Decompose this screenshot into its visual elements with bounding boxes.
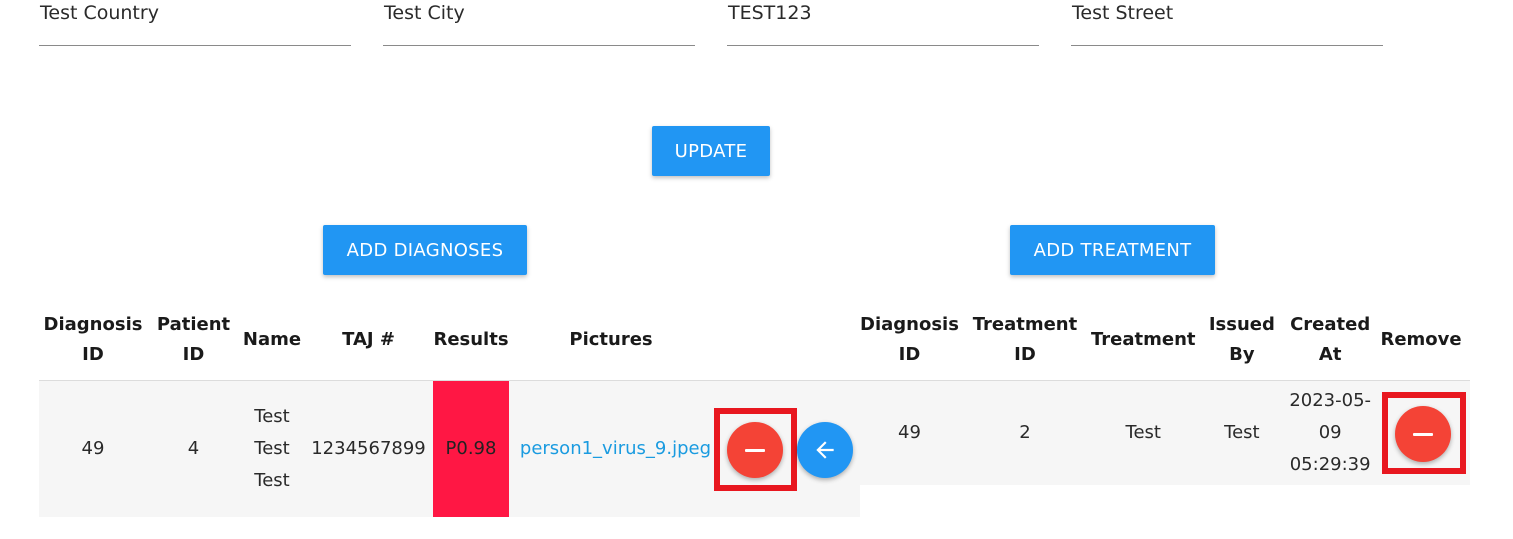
header-diagnosis-id: Diagnosis ID <box>860 313 959 365</box>
cell-treatment-id: 2 <box>1019 422 1031 443</box>
treatment-header-row: Diagnosis ID Treatment ID Treatment Issued… <box>860 298 1470 381</box>
back-button[interactable] <box>797 422 853 478</box>
picture-link[interactable]: person1_virus_9.jpeg <box>520 438 711 459</box>
treatment-table: Diagnosis ID Treatment ID Treatment Issued… <box>860 298 1470 485</box>
annotation-box-remove-treatment <box>1382 392 1466 474</box>
header-created-at: Created At <box>1290 313 1371 365</box>
header-name: Name <box>242 328 302 350</box>
cell-results: P0.98 <box>433 381 509 517</box>
country-field[interactable]: Test Country <box>39 0 351 46</box>
cell-picture: person1_virus_9.jpeg <box>509 381 713 517</box>
header-treatment-id: Treatment ID <box>972 313 1078 365</box>
arrow-left-icon <box>816 441 834 459</box>
header-taj: TAJ # <box>342 328 395 350</box>
cell-issued-by: Test <box>1224 422 1260 443</box>
street-field[interactable]: Test Street <box>1071 0 1383 46</box>
cell-taj: 1234567899 <box>311 438 426 459</box>
zip-field-value: TEST123 <box>728 2 812 24</box>
cell-diagnosis-id: 49 <box>898 422 921 443</box>
header-results: Results <box>433 328 509 350</box>
cell-name: Test Test Test <box>254 406 290 491</box>
city-field[interactable]: Test City <box>383 0 695 46</box>
header-actions <box>713 298 860 381</box>
header-remove: Remove <box>1380 328 1462 350</box>
cell-created-at: 2023-05-09 05:29:39 <box>1289 390 1372 475</box>
cell-treatment: Test <box>1125 422 1161 443</box>
add-diagnoses-button[interactable]: ADD DIAGNOSES <box>323 225 527 275</box>
table-row: 49 2 Test Test 2023-05-09 05:29:39 <box>860 381 1470 485</box>
city-field-value: Test City <box>384 2 465 24</box>
add-treatment-button[interactable]: ADD TREATMENT <box>1010 225 1215 275</box>
zip-field[interactable]: TEST123 <box>727 0 1039 46</box>
annotation-box-remove-diagnosis <box>714 408 797 491</box>
diagnoses-header-row: Diagnosis ID Patient ID Name TAJ # Results… <box>39 298 860 381</box>
header-issued-by: Issued By <box>1208 313 1275 365</box>
update-button[interactable]: UPDATE <box>652 126 770 176</box>
street-field-value: Test Street <box>1072 2 1174 24</box>
header-treatment: Treatment <box>1091 328 1196 350</box>
cell-diagnosis-id: 49 <box>81 438 105 459</box>
cell-patient-id: 4 <box>187 438 200 459</box>
country-field-value: Test Country <box>40 2 159 24</box>
header-patient-id: Patient ID <box>156 313 231 365</box>
header-pictures: Pictures <box>569 328 653 350</box>
header-diagnosis-id: Diagnosis ID <box>43 313 143 365</box>
